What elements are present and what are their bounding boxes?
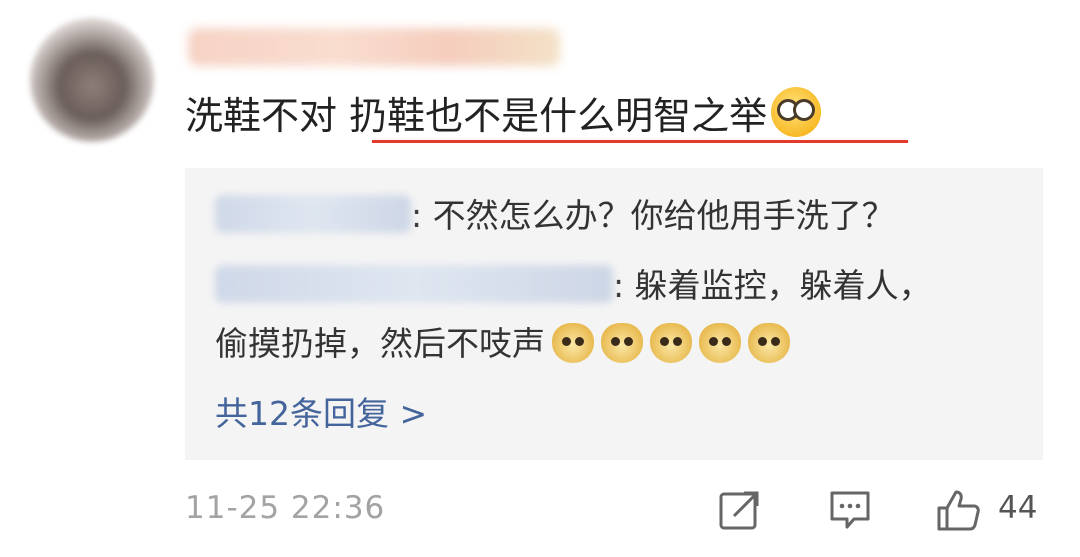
comment-text-part1: 洗鞋不对	[185, 94, 350, 138]
reply-1-text: : 不然怎么办？你给他用手洗了？	[411, 196, 895, 235]
share-icon[interactable]	[718, 488, 762, 532]
like-count: 44	[998, 490, 1038, 526]
reply-2[interactable]: : 躲着监控，躲着人，	[215, 262, 932, 310]
like-icon[interactable]	[936, 488, 982, 532]
reply-1-username[interactable]	[215, 195, 411, 233]
more-replies-link[interactable]: 共12条回复 >	[215, 390, 427, 438]
comment-text-underlined: 扔鞋也不是什么明智之举	[349, 94, 768, 138]
doge-icon	[552, 323, 594, 363]
reply-box[interactable]: : 不然怎么办？你给他用手洗了？ : 躲着监控，躲着人， 偷摸扔掉，然后不吱声 …	[185, 168, 1043, 460]
doge-icon	[748, 323, 790, 363]
reply-2-continued: 偷摸扔掉，然后不吱声	[215, 320, 790, 368]
avatar[interactable]	[30, 18, 154, 142]
comment-body: 洗鞋不对 扔鞋也不是什么明智之举	[185, 86, 822, 146]
reply-2-text-cont: 偷摸扔掉，然后不吱声	[215, 324, 545, 363]
reply-2-username[interactable]	[215, 265, 613, 303]
glasses-face-icon	[771, 87, 822, 137]
doge-icon	[650, 323, 692, 363]
reply-2-text: : 躲着监控，躲着人，	[613, 266, 932, 305]
timestamp: 11-25 22:36	[185, 490, 386, 526]
highlight-underline	[372, 140, 908, 143]
doge-icon	[601, 323, 643, 363]
doge-icon	[699, 323, 741, 363]
username[interactable]	[188, 28, 560, 66]
comment-icon[interactable]	[828, 488, 872, 532]
reply-1[interactable]: : 不然怎么办？你给他用手洗了？	[215, 192, 895, 240]
